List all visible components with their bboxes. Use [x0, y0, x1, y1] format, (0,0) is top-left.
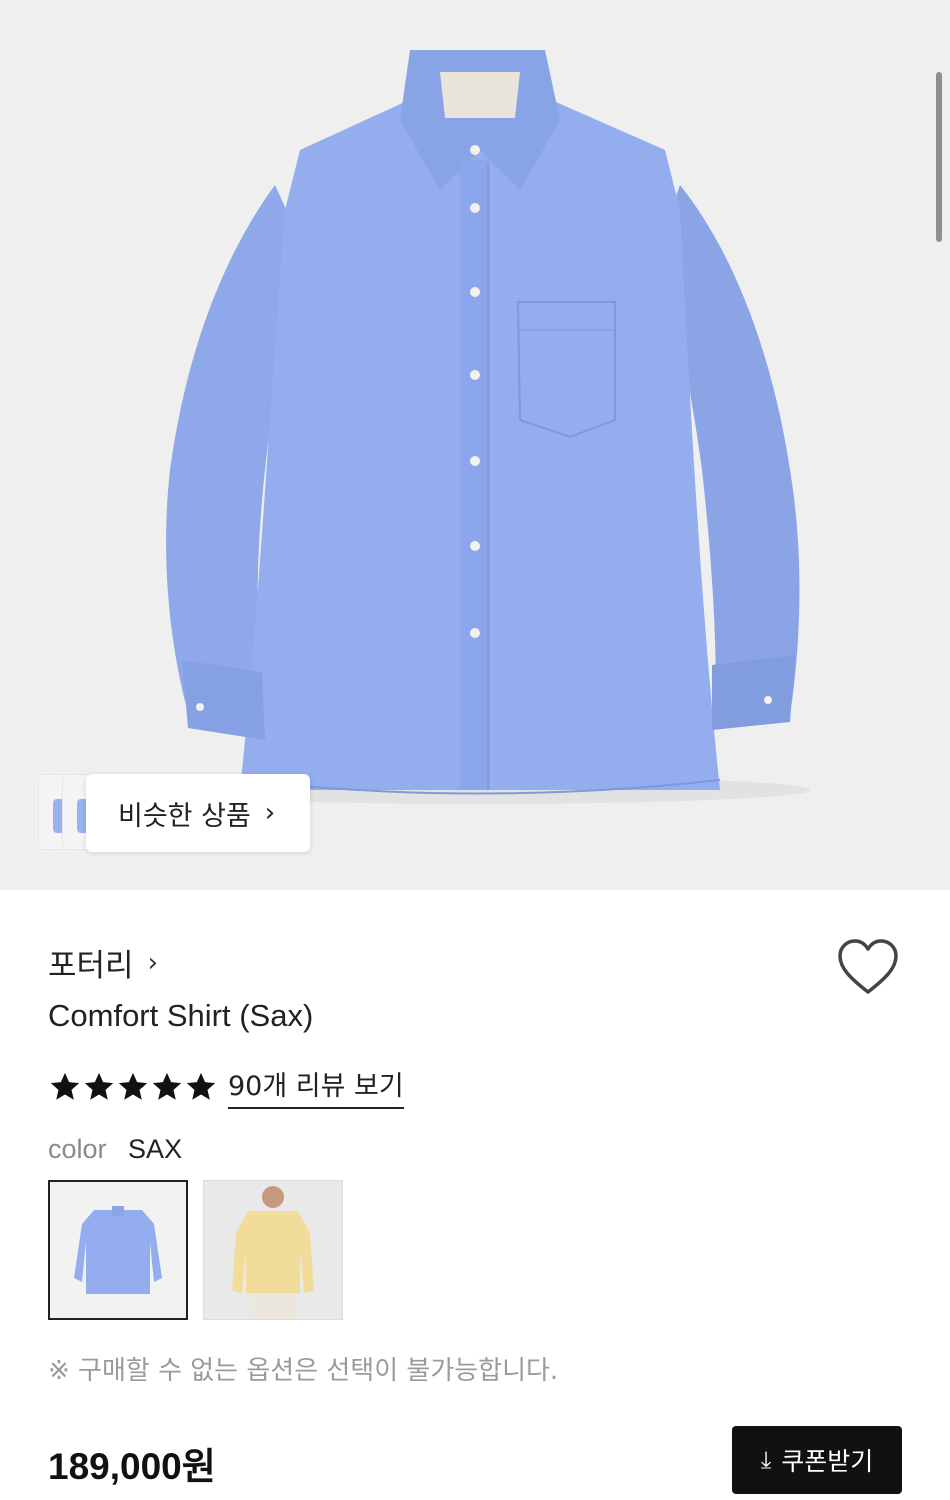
star-icon	[118, 1072, 148, 1100]
coupon-button[interactable]: ⤓ 쿠폰받기	[732, 1426, 902, 1494]
color-selection-label: color SAX	[48, 1134, 182, 1165]
product-price: 189,000원	[48, 1446, 216, 1487]
download-icon: ⤓	[760, 1446, 772, 1474]
brand-link[interactable]: 포터리 ›	[48, 940, 158, 985]
rating-row: 90개 리뷰 보기	[48, 1064, 404, 1109]
heart-icon[interactable]	[836, 938, 900, 996]
star-icon	[186, 1072, 216, 1100]
chevron-right-icon: ›	[264, 798, 276, 828]
brand-name: 포터리	[48, 948, 134, 984]
option-notice: ※ 구매할 수 없는 옵션은 선택이 불가능합니다.	[48, 1356, 559, 1386]
product-title: Comfort Shirt (Sax)	[48, 998, 314, 1033]
chevron-right-icon: ›	[147, 947, 158, 978]
shirt-swatch-image	[74, 1206, 162, 1294]
star-icon	[50, 1072, 80, 1100]
model-swatch-image	[232, 1186, 314, 1319]
similar-products-label: 비슷한 상품	[118, 800, 251, 832]
product-image[interactable]	[0, 0, 950, 890]
scrollbar[interactable]	[936, 72, 942, 242]
color-value: SAX	[128, 1134, 183, 1164]
color-option-sax[interactable]	[48, 1180, 188, 1320]
shirt-image	[150, 50, 810, 804]
similar-products-pill[interactable]: 비슷한 상품 ›	[86, 774, 310, 852]
color-option-yellow[interactable]	[203, 1180, 343, 1320]
coupon-button-label: 쿠폰받기	[781, 1447, 874, 1476]
rating-stars	[48, 1070, 218, 1104]
similar-products-button[interactable]: 비슷한 상품 ›	[38, 774, 310, 852]
reviews-link[interactable]: 90개 리뷰 보기	[228, 1064, 404, 1109]
star-icon	[152, 1072, 182, 1100]
star-icon	[84, 1072, 114, 1100]
color-label: color	[48, 1134, 107, 1164]
